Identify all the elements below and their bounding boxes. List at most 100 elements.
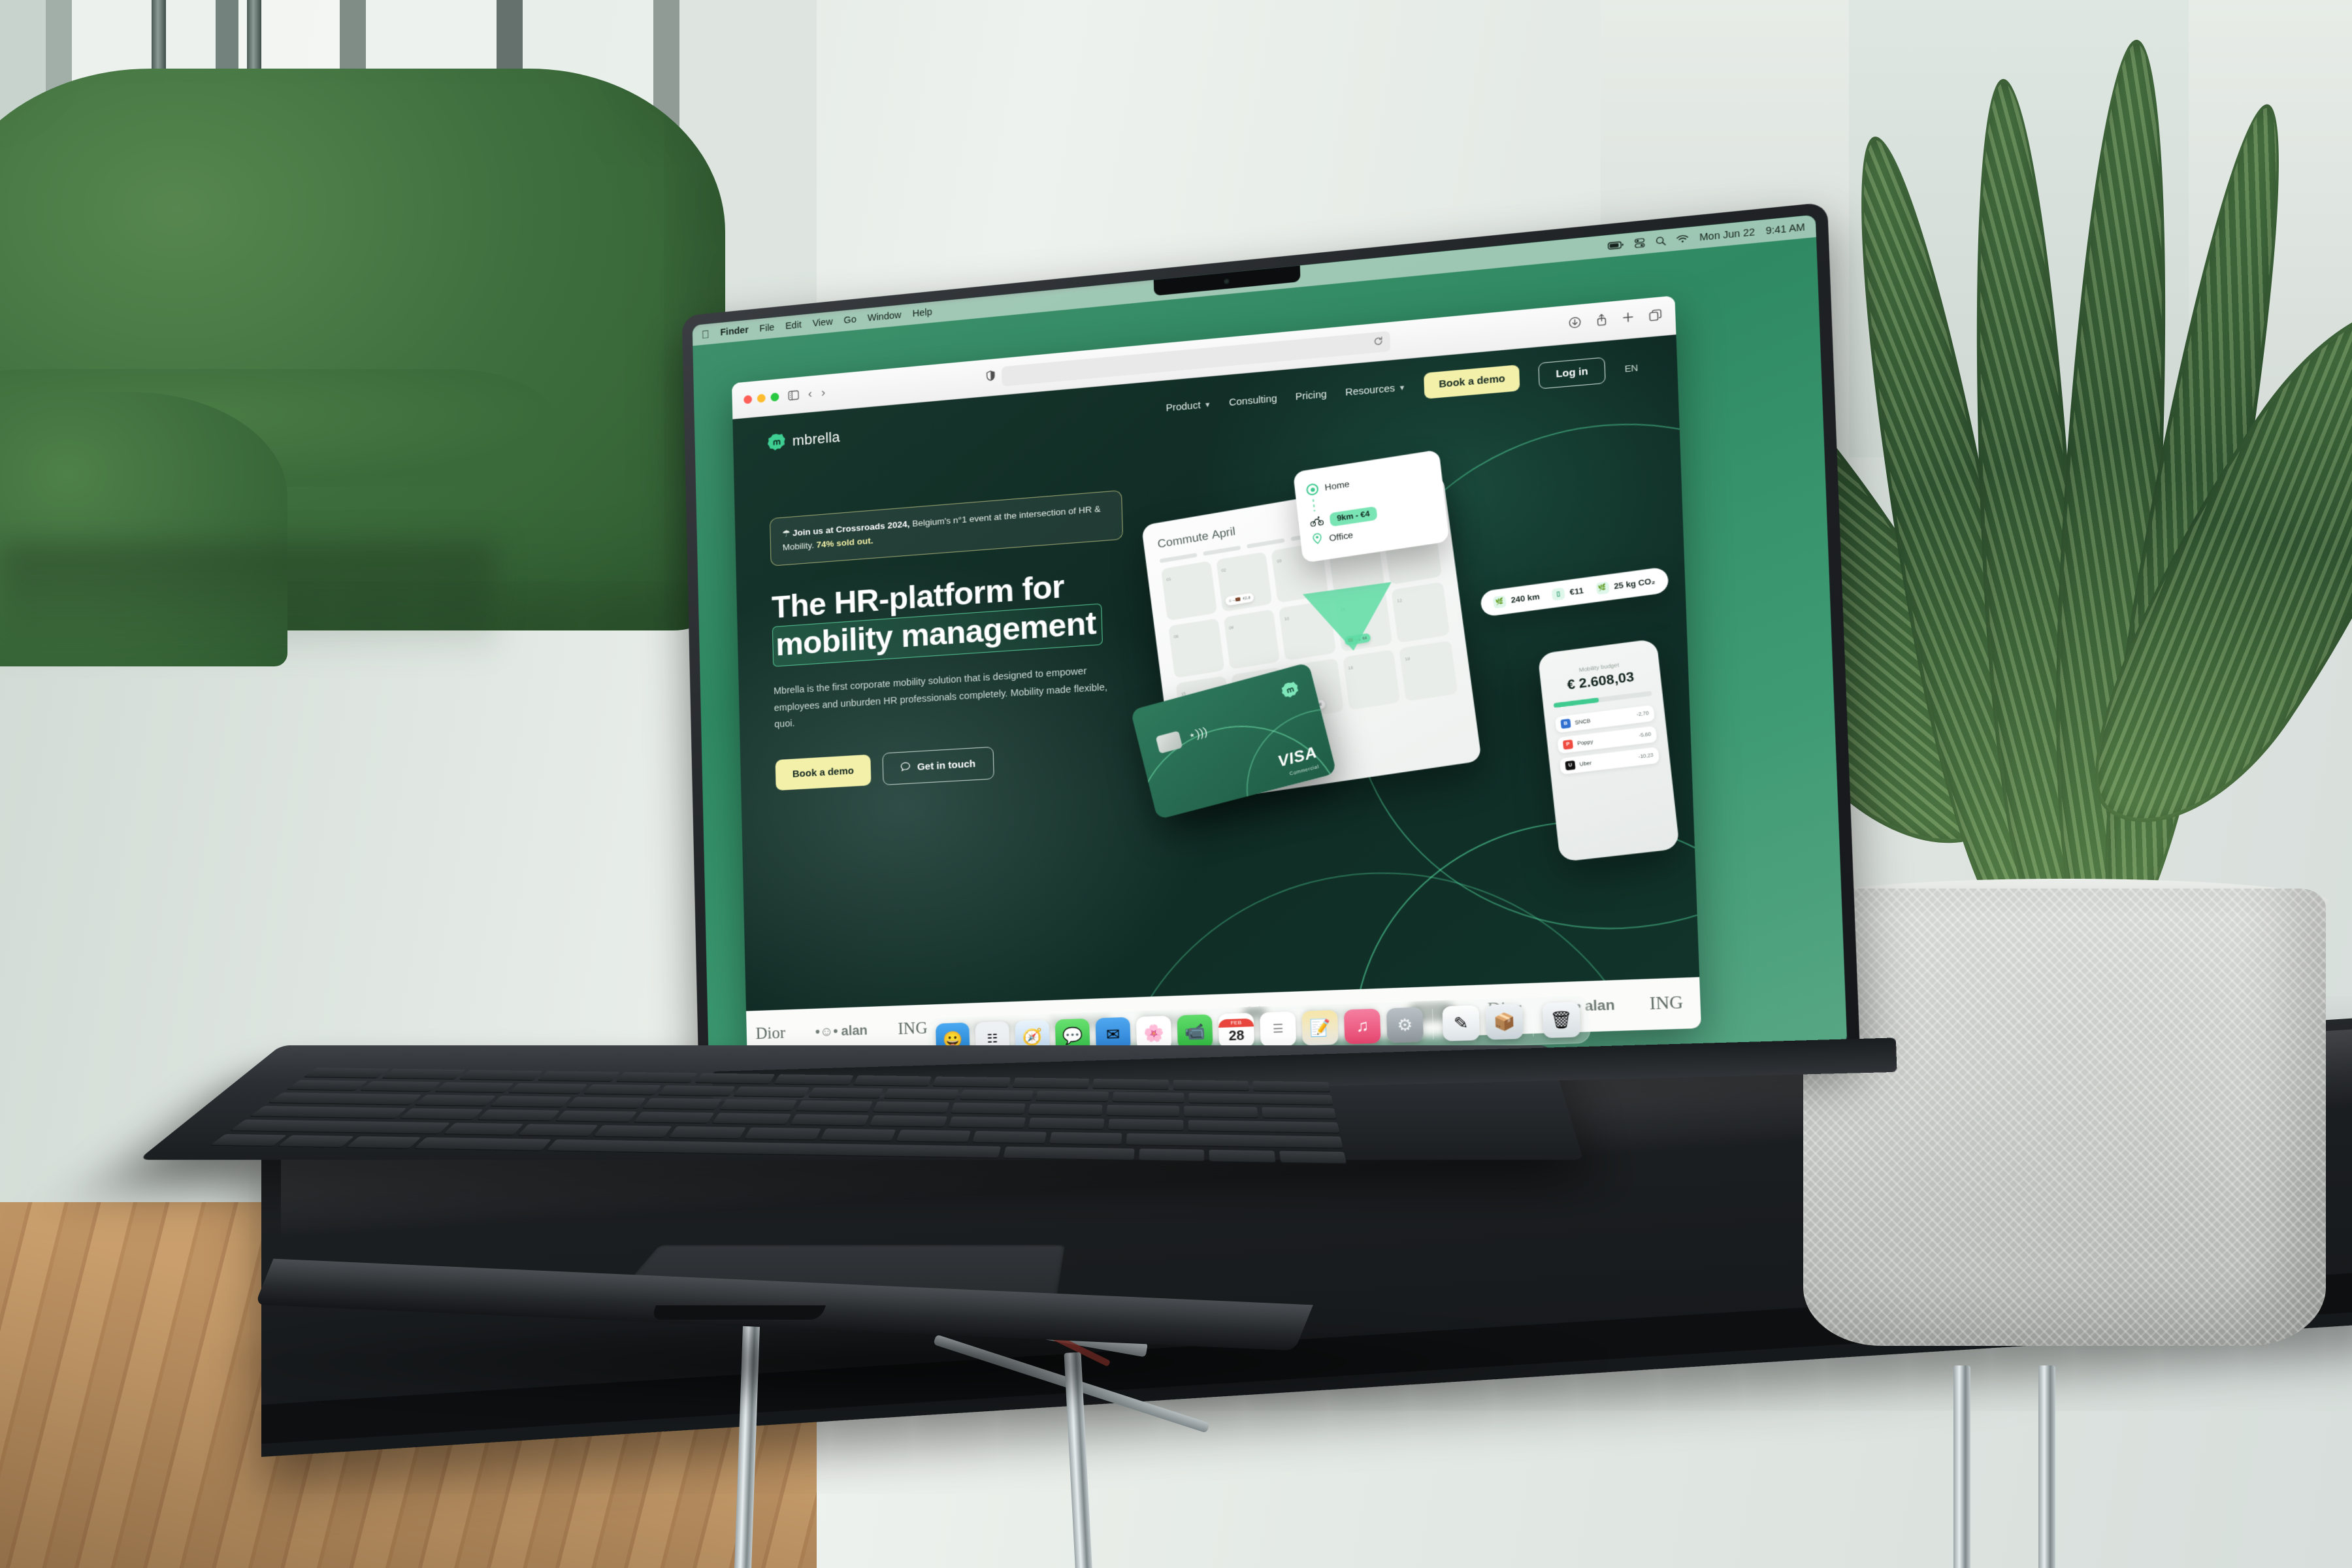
dock-separator: [1431, 1009, 1434, 1040]
hero-book-demo-button[interactable]: Book a demo: [775, 755, 872, 791]
zoom-icon[interactable]: [770, 392, 779, 402]
menu-item-help[interactable]: Help: [913, 307, 933, 319]
new-tab-icon[interactable]: [1622, 311, 1634, 327]
transaction-amount: -10,23: [1638, 753, 1654, 760]
menu-item-file[interactable]: File: [759, 323, 774, 335]
calendar-cell: 19: [1399, 640, 1458, 702]
logo-ing-2: ING: [1649, 993, 1684, 1014]
chat-bubble-icon: [900, 762, 911, 775]
weekday-placeholder: [1247, 538, 1285, 549]
dock-item-reminders[interactable]: ☰: [1260, 1011, 1297, 1047]
commute-chip: ⌂→💼€2,8: [1224, 593, 1254, 606]
language-switcher[interactable]: EN: [1624, 362, 1638, 374]
calendar-title-month: April: [1211, 525, 1236, 542]
tooltip-origin-row: Home: [1305, 466, 1431, 497]
macos-desktop:  Finder File Edit View Go Window Help: [692, 214, 1848, 1079]
download-icon[interactable]: [1569, 316, 1582, 332]
search-icon[interactable]: [1656, 236, 1667, 246]
nav-item-consulting[interactable]: Consulting: [1229, 393, 1277, 408]
event-banner[interactable]: ☂ Join us at Crossroads 2024, Belgium's …: [769, 490, 1124, 566]
calendar-cell: 02 ⌂→💼 €2,8: [1215, 551, 1273, 612]
weekday-placeholder: [1203, 546, 1241, 556]
calendar-month: FEB: [1218, 1018, 1254, 1028]
nav-item-product[interactable]: Product ▼: [1166, 399, 1211, 414]
dock-item-trash[interactable]: 🗑: [1542, 1002, 1581, 1039]
calendar-day: 28: [1228, 1028, 1245, 1044]
menu-item-window[interactable]: Window: [868, 310, 902, 323]
wifi-icon[interactable]: [1676, 234, 1689, 244]
highlight-beam: [1302, 581, 1398, 657]
uber-logo-icon: U: [1565, 760, 1576, 771]
logo-alan: •☺• alan: [815, 1022, 868, 1039]
nav-book-demo-button[interactable]: Book a demo: [1424, 365, 1520, 399]
nav-item-pricing[interactable]: Pricing: [1296, 389, 1328, 403]
laptop-base-notch: [650, 1305, 826, 1320]
calendar-cell: 01: [1160, 561, 1217, 621]
money-icon: ▯: [1552, 587, 1566, 601]
brand-logo[interactable]: mbrella: [766, 427, 840, 453]
sncb-logo-icon: B: [1560, 718, 1571, 729]
poppy-logo-icon: P: [1562, 739, 1574, 750]
laptop-screen:  Finder File Edit View Go Window Help: [692, 214, 1848, 1079]
distance-price-pill: 9km - €4: [1329, 506, 1378, 527]
menu-item-edit[interactable]: Edit: [785, 320, 802, 332]
hero-cta-group[interactable]: Book a demo Get in touch: [775, 738, 1151, 791]
bike-icon: [1309, 515, 1324, 529]
calendar-cell: 18: [1342, 649, 1401, 710]
stat-distance: 🌿 240 km: [1493, 591, 1541, 609]
privacy-shield-icon[interactable]: [987, 370, 996, 384]
transaction-merchant: Poppy: [1576, 738, 1593, 747]
laptop-lid:  Finder File Edit View Go Window Help: [681, 202, 1861, 1091]
stat-co2-value: 25 kg CO₂: [1614, 576, 1656, 591]
stat-co2: 🌿 25 kg CO₂: [1595, 575, 1656, 595]
mbrella-logo-icon: [1279, 679, 1301, 702]
back-icon[interactable]: ‹: [808, 387, 813, 401]
calendar-title-bold: Commute: [1156, 529, 1209, 551]
forward-icon[interactable]: ›: [821, 385, 826, 400]
minimize-icon[interactable]: [757, 393, 766, 403]
mbrella-logo-icon: [766, 432, 786, 453]
tab-overview-icon[interactable]: [1649, 308, 1662, 325]
dock-item-music[interactable]: ♫: [1343, 1008, 1381, 1045]
control-center-icon[interactable]: [1635, 238, 1646, 248]
dock-item-system-settings[interactable]: ⚙: [1386, 1007, 1424, 1043]
chevron-down-icon: ▼: [1398, 384, 1406, 393]
destination-pin-icon: [1311, 532, 1324, 547]
logo-dior: Dior: [755, 1024, 786, 1043]
dock-item-facetime[interactable]: 📹: [1177, 1014, 1213, 1050]
origin-pin-icon: [1305, 483, 1319, 497]
calendar-cell: 12: [1391, 581, 1450, 644]
close-icon[interactable]: [743, 395, 753, 404]
share-icon[interactable]: [1596, 313, 1608, 330]
dock-item-notes[interactable]: 📝: [1301, 1009, 1339, 1046]
hero-get-in-touch-button[interactable]: Get in touch: [882, 747, 994, 786]
calendar-cell: 08: [1168, 618, 1225, 679]
nav-login-button[interactable]: Log in: [1538, 357, 1606, 389]
hero-section: ☂ Join us at Crossroads 2024, Belgium's …: [734, 393, 1694, 885]
menu-item-view[interactable]: View: [812, 317, 832, 329]
umbrella-icon: ☂: [782, 528, 791, 539]
route-dashes: [1312, 499, 1316, 512]
window-traffic-lights[interactable]: [743, 392, 779, 404]
battery-icon[interactable]: [1608, 240, 1625, 250]
menubar-date[interactable]: Mon Jun 22: [1699, 226, 1756, 242]
dock-item-downloads[interactable]: 📦: [1485, 1004, 1524, 1040]
stat-distance-value: 240 km: [1511, 592, 1541, 605]
reload-icon[interactable]: [1374, 336, 1384, 348]
brand-name: mbrella: [792, 428, 841, 449]
nav-label: Product: [1166, 400, 1201, 414]
mobile-budget-card: Mobility budget € 2.608,03 B SNCB -2,70: [1537, 638, 1680, 862]
safari-window[interactable]: ‹ › mbrella Product ▼ Consulting Pricing…: [732, 295, 1702, 1058]
transaction-merchant: SNCB: [1575, 717, 1591, 726]
apple-icon[interactable]: : [701, 328, 710, 341]
menubar-time[interactable]: 9:41 AM: [1765, 221, 1805, 237]
nav-item-resources[interactable]: Resources ▼: [1345, 382, 1406, 398]
dock-item-calendar[interactable]: FEB 28: [1218, 1013, 1255, 1049]
transaction-list: B SNCB -2,70 P Poppy -5,60 U Uber -10,23: [1554, 704, 1660, 775]
menu-item-finder[interactable]: Finder: [720, 325, 749, 338]
page-title: The HR-platform for mobility management: [772, 564, 1134, 668]
dock-item-preview[interactable]: ✎: [1442, 1005, 1480, 1041]
dock-separator: [1531, 1005, 1534, 1037]
sidebar-icon[interactable]: [788, 390, 799, 400]
menu-item-go[interactable]: Go: [843, 314, 857, 326]
